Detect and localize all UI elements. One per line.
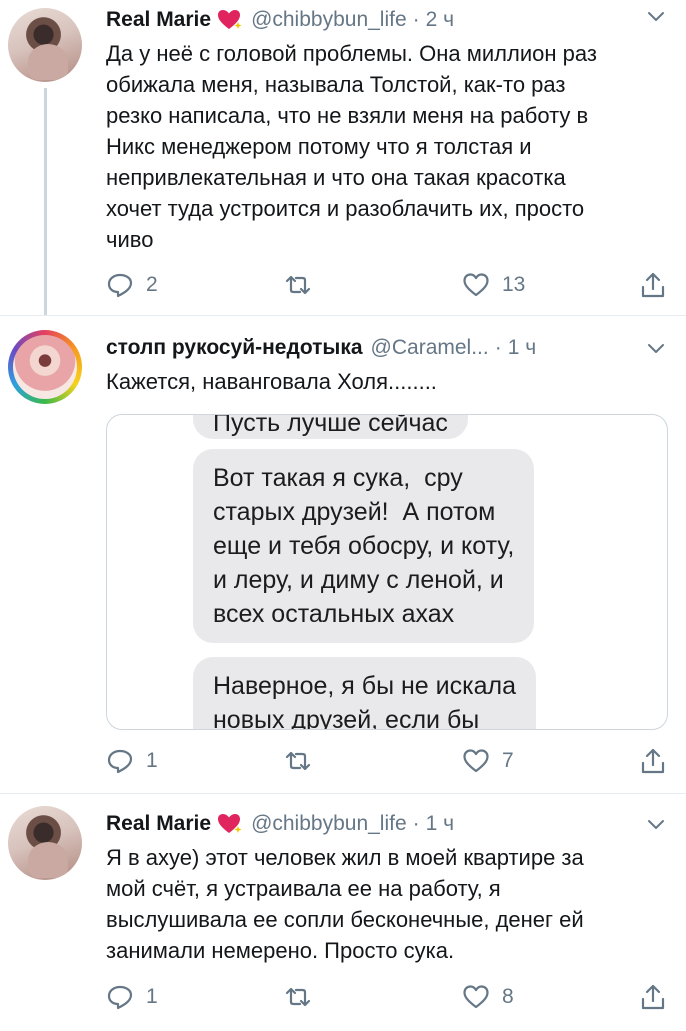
- like-count: 7: [502, 749, 514, 772]
- like-button[interactable]: 13: [462, 270, 525, 300]
- retweet-icon: [285, 751, 311, 771]
- tweet[interactable]: Real Marie @chibbybun_life · 2 ч Да у не…: [0, 0, 686, 316]
- share-button[interactable]: [639, 982, 667, 1012]
- like-button[interactable]: 8: [462, 982, 514, 1012]
- reply-count: 2: [146, 273, 158, 296]
- share-icon: [641, 984, 665, 1010]
- chevron-down-icon[interactable]: [646, 338, 666, 358]
- share-button[interactable]: [639, 746, 667, 776]
- tweet-time[interactable]: 1 ч: [426, 812, 454, 836]
- sparkling-heart-icon: [218, 10, 242, 29]
- tweet-actions: 1 8: [106, 982, 666, 1012]
- share-icon: [641, 748, 665, 774]
- sparkling-heart-icon: [218, 814, 242, 833]
- retweet-button[interactable]: [284, 746, 324, 776]
- retweet-icon: [285, 987, 311, 1007]
- author-name[interactable]: Real Marie: [106, 8, 211, 32]
- tweet-text: Да у неё с головой проблемы. Она миллион…: [106, 41, 597, 252]
- author-handle[interactable]: @Caramel...: [371, 336, 489, 360]
- tweet-text: Я в ахуе) этот человек жил в моей кварти…: [106, 845, 584, 963]
- author-handle[interactable]: @chibbybun_life: [251, 8, 407, 32]
- reply-button[interactable]: 1: [106, 982, 158, 1012]
- tweet-actions: 1 7: [106, 746, 666, 776]
- reply-button[interactable]: 2: [106, 270, 158, 300]
- tweet-actions: 2 13: [106, 270, 666, 300]
- reply-count: 1: [146, 985, 158, 1008]
- retweet-icon: [285, 275, 311, 295]
- tweet-time[interactable]: 2 ч: [426, 8, 454, 32]
- avatar[interactable]: [8, 8, 82, 82]
- avatar[interactable]: [8, 806, 82, 880]
- tweet-media-screenshot[interactable]: Пусть лучше сейчас Вот такая я сука, сру…: [106, 414, 668, 730]
- tweet-time[interactable]: 1 ч: [508, 336, 536, 360]
- reply-icon: [107, 985, 133, 1010]
- tweet[interactable]: Real Marie @chibbybun_life · 1 ч Я в аху…: [0, 794, 686, 1031]
- like-button[interactable]: 7: [462, 746, 514, 776]
- author-name[interactable]: Real Marie: [106, 812, 211, 836]
- heart-icon: [463, 985, 489, 1009]
- retweet-button[interactable]: [284, 982, 324, 1012]
- tweet-header: столп рукосуй-недотыка @Caramel... · 1 ч: [106, 330, 686, 366]
- share-icon: [641, 272, 665, 298]
- chat-bubble: Наверное, я бы не искала новых друзей, е…: [193, 657, 536, 729]
- separator-dot: ·: [494, 336, 502, 359]
- chevron-down-icon[interactable]: [646, 814, 666, 834]
- author-handle[interactable]: @chibbybun_life: [251, 812, 407, 836]
- tweet[interactable]: столп рукосуй-недотыка @Caramel... · 1 ч…: [0, 316, 686, 794]
- heart-icon: [463, 749, 489, 773]
- chevron-down-icon[interactable]: [646, 6, 666, 26]
- reply-button[interactable]: 1: [106, 746, 158, 776]
- like-count: 8: [502, 985, 514, 1008]
- author-name[interactable]: столп рукосуй-недотыка: [106, 336, 363, 360]
- reply-icon: [107, 273, 133, 298]
- reply-count: 1: [146, 749, 158, 772]
- heart-icon: [463, 273, 489, 297]
- avatar[interactable]: [8, 330, 82, 404]
- thread-line: [44, 88, 47, 316]
- reply-icon: [107, 749, 133, 774]
- chat-bubble: Пусть лучше сейчас: [193, 415, 468, 439]
- tweet-text: Кажется, наванговала Холя........: [106, 369, 437, 394]
- separator-dot: ·: [412, 812, 420, 835]
- chat-bubble: Вот такая я сука, сру старых друзей! А п…: [193, 449, 535, 643]
- tweet-header: Real Marie @chibbybun_life · 2 ч: [106, 2, 686, 38]
- like-count: 13: [502, 273, 526, 296]
- separator-dot: ·: [412, 8, 420, 31]
- tweet-header: Real Marie @chibbybun_life · 1 ч: [106, 806, 686, 842]
- share-button[interactable]: [639, 270, 667, 300]
- retweet-button[interactable]: [284, 270, 324, 300]
